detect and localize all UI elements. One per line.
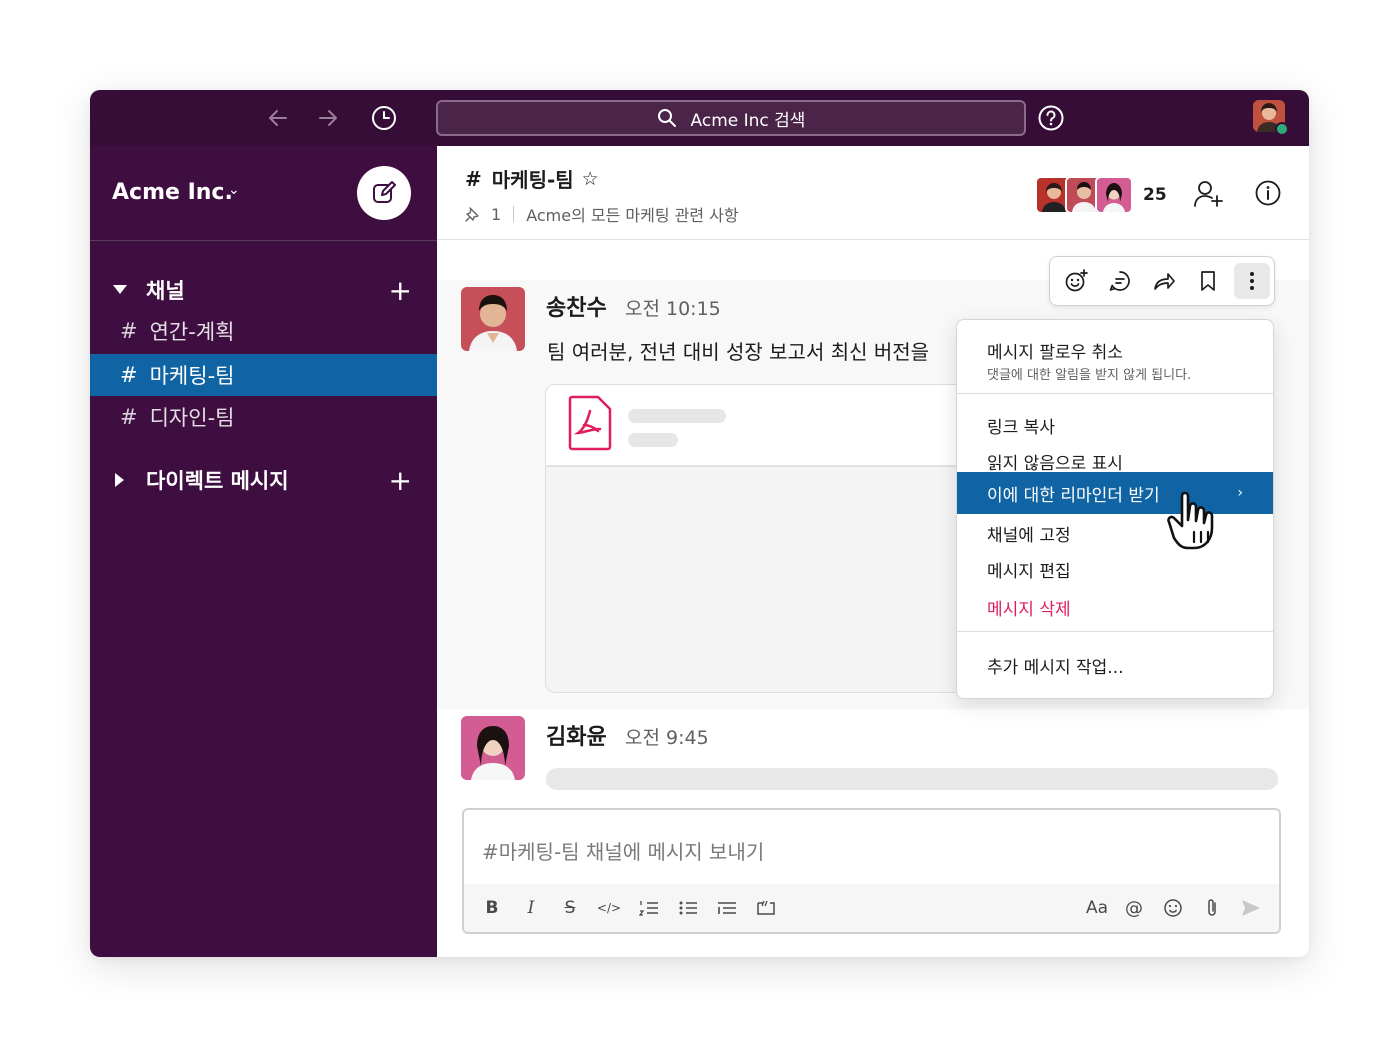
workspace-header: Acme Inc. ⌄ [90, 146, 437, 241]
channel-name: 디자인-팀 [149, 406, 235, 430]
presence-indicator [1275, 122, 1289, 136]
sender-name[interactable]: 송찬수 [546, 290, 607, 322]
menu-item-delete-message[interactable]: 메시지 삭제 [957, 590, 1273, 624]
channel-header: # 마케팅-팀 ☆ 1 Acme의 모든 마케팅 관련 사항 25 [437, 146, 1309, 240]
message-actions-toolbar [1049, 256, 1275, 306]
arrow-right-icon[interactable] [314, 104, 342, 132]
share-icon[interactable] [1146, 263, 1182, 299]
message-timestamp[interactable]: 오전 10:15 [625, 294, 721, 321]
add-reaction-icon[interactable] [1058, 263, 1094, 299]
menu-item-copy-link[interactable]: 링크 복사 [957, 408, 1273, 442]
member-avatar [1095, 176, 1133, 214]
menu-item-more-actions[interactable]: 추가 메시지 작업... [957, 648, 1273, 682]
menu-item-unfollow-desc: 댓글에 대한 알림을 받지 않게 됩니다. [987, 368, 1192, 383]
user-avatar[interactable] [1253, 100, 1289, 136]
message-text: 팀 여러분, 전년 대비 성장 보고서 최신 버전을 [547, 340, 930, 364]
text-format-button[interactable]: Aa [1084, 896, 1110, 920]
search-text: Acme Inc 검색 [690, 110, 806, 131]
sidebar: Acme Inc. ⌄ 채널 + # 연간-계획 # 마케팅-팀 # 디자인-팀… [90, 146, 437, 957]
file-attachment[interactable] [545, 384, 967, 693]
sidebar-item-annual-plan[interactable]: # 연간-계획 [90, 310, 437, 352]
search-icon [657, 109, 676, 127]
hash-icon: # [120, 363, 138, 387]
strikethrough-button[interactable]: S [560, 896, 580, 920]
channel-hash: # [465, 166, 482, 191]
divider [513, 206, 515, 222]
dm-header-label: 다이렉트 메시지 [146, 469, 289, 493]
code-block-icon[interactable] [755, 896, 777, 920]
reply-thread-icon[interactable] [1102, 263, 1138, 299]
send-icon[interactable] [1240, 896, 1262, 920]
channel-name: 마케팅-팀 [149, 364, 235, 388]
channel-name: 마케팅-팀 [491, 168, 574, 192]
pin-icon[interactable] [465, 206, 481, 222]
compose-button[interactable] [357, 166, 411, 220]
more-actions-icon[interactable] [1234, 263, 1270, 299]
sidebar-item-marketing-team[interactable]: # 마케팅-팀 [90, 354, 437, 396]
sidebar-item-design-team[interactable]: # 디자인-팀 [90, 396, 437, 438]
message-text-placeholder [546, 768, 1278, 790]
code-button[interactable]: </> [596, 896, 622, 920]
sender-name[interactable]: 김화윤 [546, 719, 607, 751]
blockquote-icon[interactable] [716, 896, 738, 920]
dm-section-header[interactable]: 다이렉트 메시지 + [112, 462, 412, 498]
channel-title[interactable]: # 마케팅-팀 ☆ [465, 164, 599, 193]
message-timestamp[interactable]: 오전 9:45 [625, 723, 709, 750]
italic-button[interactable]: I [521, 896, 541, 920]
message-composer[interactable]: #마케팅-팀 채널에 메시지 보내기 B I S </> Aa @ [462, 808, 1281, 934]
menu-divider [957, 631, 1273, 632]
file-meta-placeholder [628, 433, 678, 447]
add-member-icon[interactable] [1194, 180, 1224, 212]
caret-right-icon [112, 472, 128, 488]
channel-topic[interactable]: Acme의 모든 마케팅 관련 사항 [526, 202, 738, 226]
attachment-icon[interactable] [1201, 896, 1223, 920]
arrow-left-icon[interactable] [264, 104, 292, 132]
chevron-right-icon: › [1237, 485, 1243, 501]
compose-icon [373, 181, 396, 203]
bulleted-list-icon[interactable] [677, 896, 699, 920]
channels-section-header[interactable]: 채널 + [112, 272, 412, 308]
info-icon[interactable] [1255, 180, 1281, 210]
add-channel-button[interactable]: + [389, 274, 412, 307]
avatar[interactable] [461, 716, 525, 780]
channels-header-label: 채널 [146, 279, 185, 303]
hash-icon: # [120, 319, 138, 343]
pdf-file-icon [568, 395, 612, 451]
bookmark-icon[interactable] [1190, 263, 1226, 299]
hand-cursor-icon [1167, 491, 1214, 550]
caret-down-icon [112, 282, 128, 298]
top-bar: Acme Inc 검색 [90, 90, 1309, 146]
member-count: 25 [1143, 185, 1167, 205]
search-bar[interactable]: Acme Inc 검색 [436, 100, 1026, 136]
add-dm-button[interactable]: + [389, 464, 412, 497]
member-facepile[interactable]: 25 [1035, 176, 1167, 214]
bold-button[interactable]: B [482, 896, 502, 920]
mention-button[interactable]: @ [1123, 896, 1145, 920]
menu-item-unfollow[interactable]: 메시지 팔로우 취소 [957, 338, 1273, 363]
file-header [546, 385, 966, 467]
numbered-list-icon[interactable] [638, 896, 660, 920]
workspace-name[interactable]: Acme Inc. [112, 180, 233, 205]
chevron-down-icon[interactable]: ⌄ [228, 182, 240, 198]
menu-divider [957, 393, 1273, 394]
message-input[interactable]: #마케팅-팀 채널에 메시지 보내기 [482, 836, 764, 865]
formatting-toolbar: B I S </> Aa @ [464, 884, 1279, 932]
pin-count[interactable]: 1 [491, 205, 501, 224]
emoji-icon[interactable] [1162, 896, 1184, 920]
star-icon[interactable]: ☆ [582, 168, 599, 190]
question-icon[interactable] [1037, 104, 1065, 132]
file-name-placeholder [628, 409, 726, 423]
menu-item-edit-message[interactable]: 메시지 편집 [957, 552, 1273, 586]
channel-subheader: 1 Acme의 모든 마케팅 관련 사항 [465, 202, 739, 226]
clock-icon[interactable] [370, 104, 398, 132]
channel-name: 연간-계획 [149, 320, 235, 344]
hash-icon: # [120, 405, 138, 429]
avatar[interactable] [461, 287, 525, 351]
